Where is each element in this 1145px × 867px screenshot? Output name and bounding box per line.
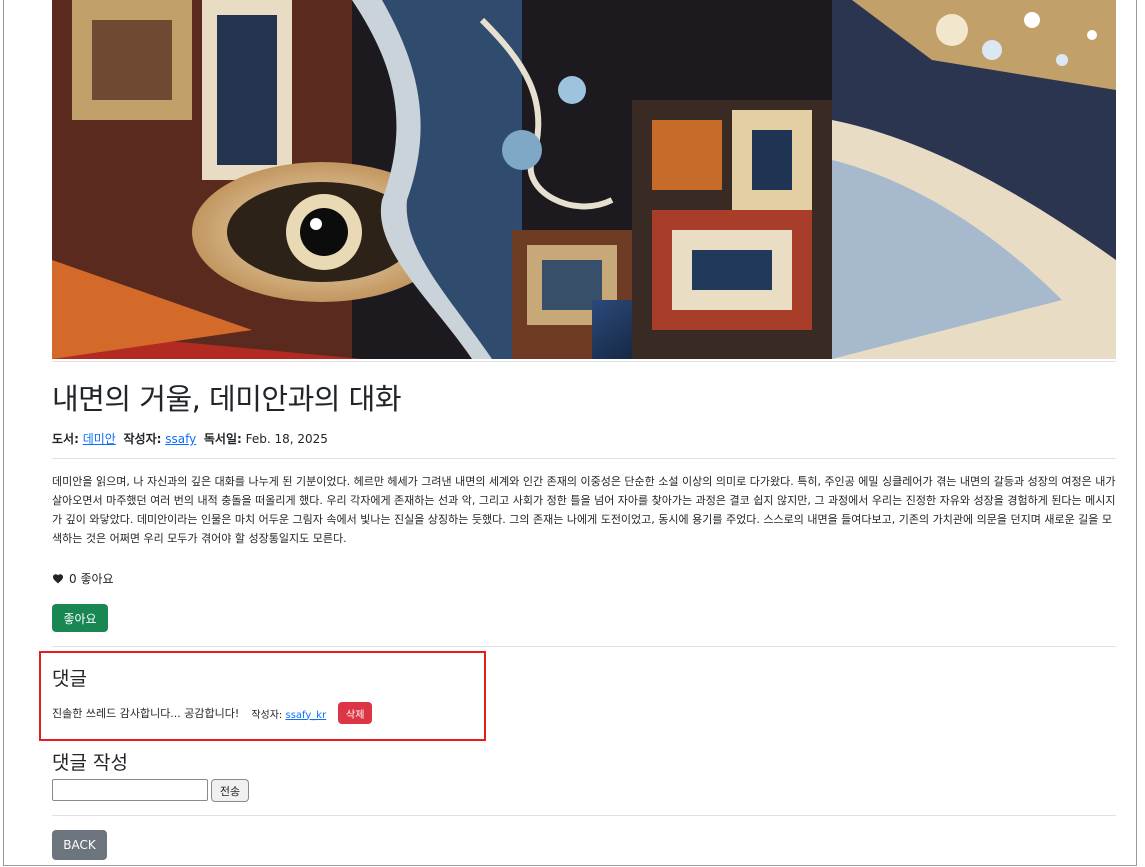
post-meta: 도서: 데미안 작성자: ssafy 독서일: Feb. 18, 2025	[52, 430, 328, 447]
delete-comment-button[interactable]: 삭제	[338, 702, 373, 724]
comment-text: 진솔한 쓰레드 감사합니다... 공감합니다!	[52, 707, 240, 720]
book-label: 도서:	[52, 432, 79, 446]
divider	[52, 646, 1116, 647]
divider	[52, 815, 1116, 816]
like-button[interactable]: 좋아요	[52, 604, 108, 632]
likes-count: 0 좋아요	[52, 570, 114, 587]
date-label: 독서일:	[203, 432, 242, 446]
comment-author-label: 작성자:	[251, 709, 283, 721]
comment-form-heading: 댓글 작성	[52, 752, 128, 774]
post-cover-image	[52, 0, 1116, 359]
submit-comment-button[interactable]: 전송	[211, 779, 249, 802]
page-title: 내면의 거울, 데미안과의 대화	[52, 382, 402, 416]
post-content: 데미안을 읽으며, 나 자신과의 깊은 대화를 나누게 된 기분이었다. 헤르만…	[52, 475, 1116, 545]
comment-item: 진솔한 쓰레드 감사합니다... 공감합니다! 작성자: ssafy_kr 삭제	[52, 702, 373, 724]
comments-heading: 댓글	[52, 668, 87, 690]
book-link[interactable]: 데미안	[83, 432, 116, 446]
heart-icon	[53, 574, 63, 584]
divider	[52, 361, 1116, 362]
likes-text: 0 좋아요	[69, 572, 114, 586]
back-button[interactable]: BACK	[52, 830, 107, 860]
author-link[interactable]: ssafy	[165, 432, 196, 446]
comment-author-link[interactable]: ssafy_kr	[285, 710, 326, 721]
read-date: Feb. 18, 2025	[245, 432, 328, 446]
comment-input[interactable]	[52, 779, 208, 801]
divider	[52, 458, 1116, 459]
comments-highlight-box	[39, 651, 486, 741]
author-label: 작성자:	[123, 432, 162, 446]
comment-author: 작성자: ssafy_kr	[251, 706, 326, 721]
